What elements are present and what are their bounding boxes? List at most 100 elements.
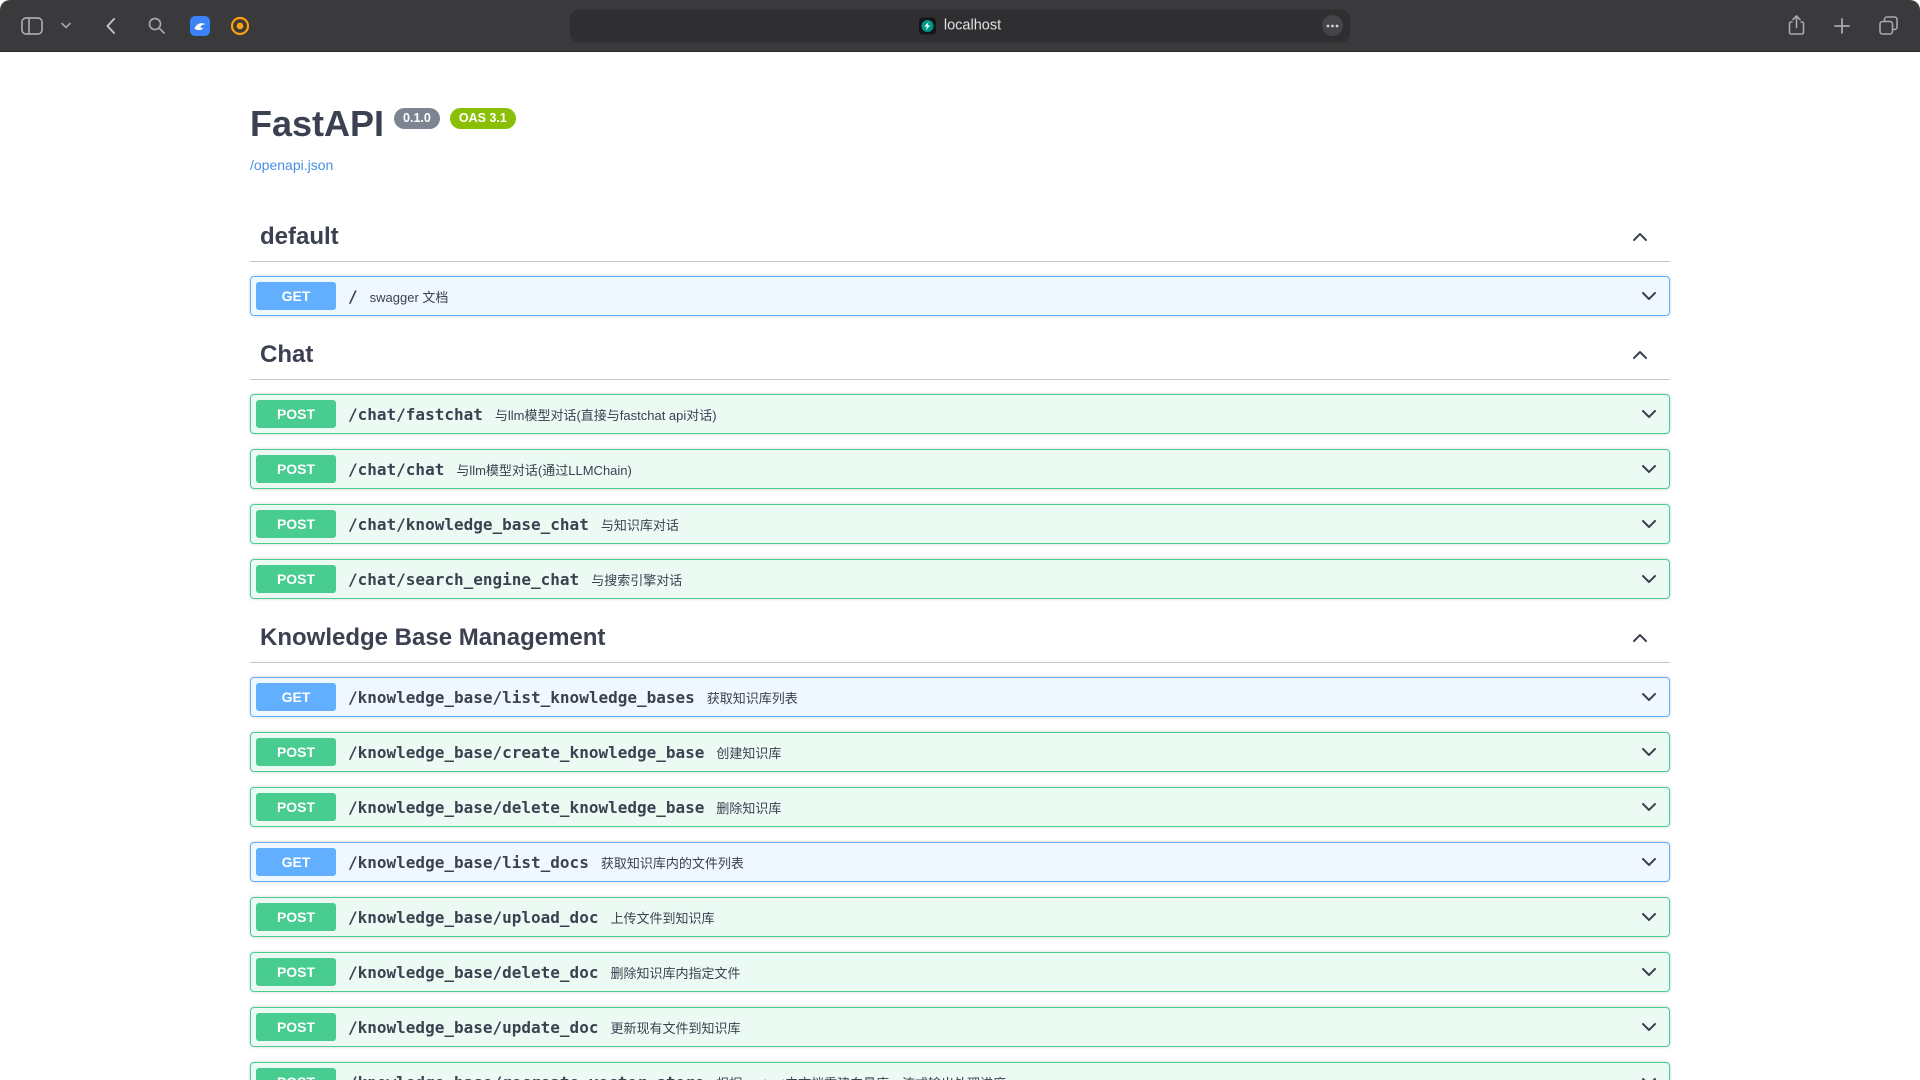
operation-row[interactable]: POST /chat/fastchat 与llm模型对话(直接与fastchat… bbox=[250, 394, 1670, 434]
section-title: default bbox=[260, 223, 339, 251]
operation-path: /knowledge_base/delete_doc bbox=[348, 963, 598, 982]
operation-row[interactable]: POST /knowledge_base/delete_doc 删除知识库内指定… bbox=[250, 952, 1670, 992]
tab-overview-button[interactable] bbox=[1872, 11, 1904, 41]
operation-description: 上传文件到知识库 bbox=[610, 908, 714, 927]
operation-path: /knowledge_base/list_knowledge_bases bbox=[348, 688, 695, 707]
api-title-text: FastAPI bbox=[250, 102, 384, 145]
operation-description: 与llm模型对话(通过LLMChain) bbox=[456, 460, 632, 479]
operation-row[interactable]: POST /knowledge_base/recreate_vector_sto… bbox=[250, 1062, 1670, 1080]
extension-orange-button[interactable] bbox=[224, 11, 256, 41]
extension-blue-icon bbox=[190, 16, 210, 36]
method-badge: POST bbox=[256, 738, 336, 766]
operation-description: 删除知识库 bbox=[716, 798, 781, 817]
operation-description: swagger 文档 bbox=[370, 287, 449, 306]
chevron-up-icon[interactable] bbox=[1630, 227, 1650, 247]
method-badge: GET bbox=[256, 683, 336, 711]
section-operations: GET /knowledge_base/list_knowledge_bases… bbox=[250, 677, 1670, 1080]
section-header[interactable]: default bbox=[250, 213, 1670, 262]
api-section: Chat POST /chat/fastchat 与llm模型对话(直接与fas… bbox=[250, 331, 1670, 599]
operation-description: 获取知识库内的文件列表 bbox=[601, 853, 744, 872]
operation-path: /knowledge_base/list_docs bbox=[348, 853, 589, 872]
chevron-down-icon[interactable] bbox=[1639, 404, 1659, 424]
operation-path: /knowledge_base/delete_knowledge_base bbox=[348, 798, 704, 817]
operation-row[interactable]: GET /knowledge_base/list_knowledge_bases… bbox=[250, 677, 1670, 717]
share-button[interactable] bbox=[1780, 11, 1812, 41]
operation-row[interactable]: POST /knowledge_base/update_doc 更新现有文件到知… bbox=[250, 1007, 1670, 1047]
chevron-down-icon[interactable] bbox=[1639, 962, 1659, 982]
chevron-down-icon[interactable] bbox=[1639, 687, 1659, 707]
chevron-down-icon[interactable] bbox=[1639, 797, 1659, 817]
operation-path: /chat/search_engine_chat bbox=[348, 570, 579, 589]
openapi-spec-link[interactable]: /openapi.json bbox=[250, 157, 333, 173]
chevron-up-icon[interactable] bbox=[1630, 345, 1650, 365]
version-badge: 0.1.0 bbox=[394, 108, 440, 129]
extension-blue-button[interactable] bbox=[184, 11, 216, 41]
operation-description: 获取知识库列表 bbox=[707, 688, 798, 707]
tab-overview-icon bbox=[1878, 15, 1899, 36]
method-badge: POST bbox=[256, 1013, 336, 1041]
oas-badge: OAS 3.1 bbox=[450, 108, 516, 129]
method-badge: POST bbox=[256, 793, 336, 821]
chevron-down-icon[interactable] bbox=[1639, 852, 1659, 872]
operation-description: 与llm模型对话(直接与fastchat api对话) bbox=[495, 405, 717, 424]
section-operations: POST /chat/fastchat 与llm模型对话(直接与fastchat… bbox=[250, 394, 1670, 599]
operation-path: /knowledge_base/upload_doc bbox=[348, 908, 598, 927]
method-badge: GET bbox=[256, 848, 336, 876]
page-content: FastAPI 0.1.0 OAS 3.1 /openapi.json defa… bbox=[0, 52, 1920, 1080]
method-badge: POST bbox=[256, 958, 336, 986]
section-title: Chat bbox=[260, 341, 313, 369]
method-badge: GET bbox=[256, 282, 336, 310]
extension-orange-icon bbox=[230, 16, 250, 36]
section-title: Knowledge Base Management bbox=[260, 624, 605, 652]
search-icon bbox=[147, 16, 166, 35]
api-info: FastAPI 0.1.0 OAS 3.1 /openapi.json bbox=[250, 102, 1670, 175]
operation-description: 创建知识库 bbox=[716, 743, 781, 762]
chevron-down-icon[interactable] bbox=[1639, 1072, 1659, 1080]
section-header[interactable]: Knowledge Base Management bbox=[250, 614, 1670, 663]
operation-row[interactable]: POST /knowledge_base/upload_doc 上传文件到知识库 bbox=[250, 897, 1670, 937]
api-sections: default GET / swagger 文档 Chat bbox=[250, 213, 1670, 1080]
sidebar-toggle-button[interactable] bbox=[16, 11, 48, 41]
chevron-down-icon[interactable] bbox=[1639, 569, 1659, 589]
page-settings-button[interactable] bbox=[1322, 15, 1343, 36]
operation-description: 根据content中文档重建向量库，流式输出处理进度。 bbox=[716, 1073, 1019, 1080]
operation-row[interactable]: GET / swagger 文档 bbox=[250, 276, 1670, 316]
method-badge: POST bbox=[256, 1068, 336, 1080]
browser-toolbar: localhost bbox=[0, 0, 1920, 52]
chevron-down-icon[interactable] bbox=[1639, 286, 1659, 306]
operation-row[interactable]: POST /chat/search_engine_chat 与搜索引擎对话 bbox=[250, 559, 1670, 599]
operation-path: / bbox=[348, 287, 358, 306]
operation-row[interactable]: POST /chat/chat 与llm模型对话(通过LLMChain) bbox=[250, 449, 1670, 489]
chevron-down-icon[interactable] bbox=[1639, 742, 1659, 762]
operation-row[interactable]: GET /knowledge_base/list_docs 获取知识库内的文件列… bbox=[250, 842, 1670, 882]
operation-path: /chat/knowledge_base_chat bbox=[348, 515, 589, 534]
search-button[interactable] bbox=[140, 11, 172, 41]
chevron-down-icon bbox=[61, 22, 71, 29]
operation-description: 删除知识库内指定文件 bbox=[610, 963, 740, 982]
chevron-down-icon[interactable] bbox=[1639, 459, 1659, 479]
page-title: FastAPI 0.1.0 OAS 3.1 bbox=[250, 102, 1670, 145]
chevron-down-icon[interactable] bbox=[1639, 907, 1659, 927]
operation-row[interactable]: POST /knowledge_base/delete_knowledge_ba… bbox=[250, 787, 1670, 827]
chevron-down-icon[interactable] bbox=[1639, 514, 1659, 534]
chevron-down-icon[interactable] bbox=[1639, 1017, 1659, 1037]
method-badge: POST bbox=[256, 400, 336, 428]
back-icon bbox=[105, 17, 116, 35]
chevron-up-icon[interactable] bbox=[1630, 628, 1650, 648]
back-button[interactable] bbox=[94, 11, 126, 41]
method-badge: POST bbox=[256, 510, 336, 538]
url-text: localhost bbox=[944, 18, 1001, 34]
address-bar[interactable]: localhost bbox=[570, 9, 1350, 42]
api-section: Knowledge Base Management GET /knowledge… bbox=[250, 614, 1670, 1080]
operation-row[interactable]: POST /knowledge_base/create_knowledge_ba… bbox=[250, 732, 1670, 772]
sidebar-toggle-icon bbox=[21, 17, 43, 35]
section-header[interactable]: Chat bbox=[250, 331, 1670, 380]
operation-path: /chat/fastchat bbox=[348, 405, 483, 424]
sidebar-menu-button[interactable] bbox=[56, 11, 76, 41]
method-badge: POST bbox=[256, 565, 336, 593]
new-tab-icon bbox=[1833, 17, 1851, 35]
new-tab-button[interactable] bbox=[1826, 11, 1858, 41]
operation-row[interactable]: POST /chat/knowledge_base_chat 与知识库对话 bbox=[250, 504, 1670, 544]
operation-path: /knowledge_base/recreate_vector_store bbox=[348, 1073, 704, 1080]
operation-path: /knowledge_base/create_knowledge_base bbox=[348, 743, 704, 762]
